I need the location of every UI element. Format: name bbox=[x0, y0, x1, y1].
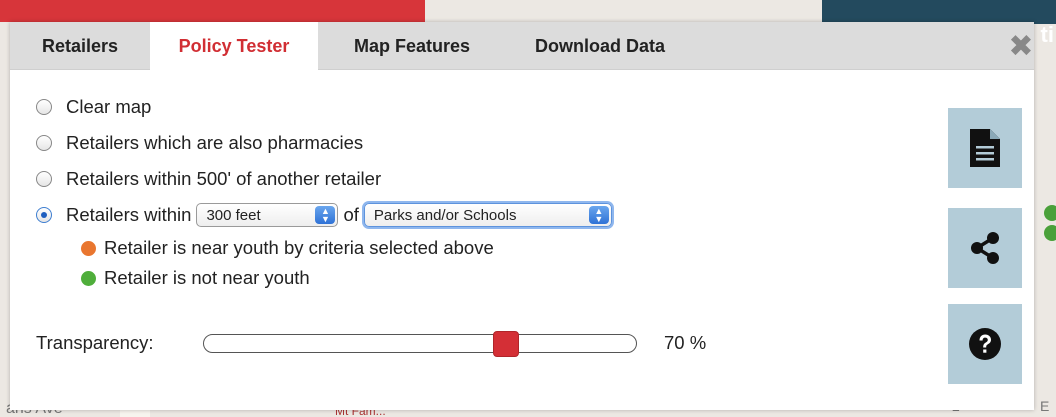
place-type-select[interactable]: Parks and/or Schools ▲ ▼ bbox=[363, 203, 612, 227]
close-icon[interactable]: ✖ bbox=[1008, 32, 1034, 62]
tab-download-data[interactable]: Download Data bbox=[506, 22, 694, 70]
option-pharmacies[interactable]: Retailers which are also pharmacies bbox=[36, 132, 363, 154]
help-icon bbox=[969, 328, 1001, 360]
map-street-label: E bbox=[1040, 398, 1050, 414]
document-button[interactable] bbox=[948, 108, 1022, 188]
option-label: Clear map bbox=[66, 96, 152, 117]
option-label: Retailers within bbox=[66, 204, 192, 225]
header-bar-dark: ti bbox=[822, 0, 1056, 47]
radio-button[interactable] bbox=[36, 171, 52, 187]
place-type-select-value: Parks and/or Schools bbox=[373, 206, 517, 224]
map-marker-green[interactable] bbox=[1044, 205, 1056, 221]
option-clear-map[interactable]: Clear map bbox=[36, 96, 151, 118]
header-corner-text: ti bbox=[1040, 22, 1054, 47]
option-label: Retailers within 500' of another retaile… bbox=[66, 168, 382, 189]
legend-label: Retailer is not near youth bbox=[104, 267, 310, 288]
tab-map-features[interactable]: Map Features bbox=[318, 22, 506, 70]
legend-not-near-youth: Retailer is not near youth bbox=[81, 267, 310, 289]
option-label-of: of bbox=[343, 204, 359, 225]
radio-button[interactable] bbox=[36, 99, 52, 115]
transparency-slider[interactable] bbox=[203, 331, 637, 357]
select-arrows-icon: ▲ ▼ bbox=[588, 206, 609, 224]
share-icon bbox=[971, 232, 999, 264]
policy-panel: Retailers Policy Tester Map Features Dow… bbox=[10, 22, 1034, 410]
option-near-retailer[interactable]: Retailers within 500' of another retaile… bbox=[36, 168, 381, 190]
slider-handle[interactable] bbox=[493, 331, 519, 357]
option-label: Retailers which are also pharmacies bbox=[66, 132, 364, 153]
legend-near-youth: Retailer is near youth by criteria selec… bbox=[81, 237, 494, 259]
transparency-label: Transparency: bbox=[36, 332, 154, 353]
green-dot-icon bbox=[81, 270, 96, 286]
radio-button[interactable] bbox=[36, 135, 52, 151]
share-button[interactable] bbox=[948, 208, 1022, 288]
help-button[interactable] bbox=[948, 304, 1022, 384]
tab-policy-tester[interactable]: Policy Tester bbox=[150, 22, 318, 71]
document-icon bbox=[970, 129, 1000, 167]
orange-dot-icon bbox=[81, 240, 96, 256]
option-near-youth[interactable]: Retailers within 300 feet ▲ ▼ of Parks an… bbox=[36, 203, 617, 227]
legend-label: Retailer is near youth by criteria selec… bbox=[104, 237, 494, 258]
tab-retailers[interactable]: Retailers bbox=[10, 22, 150, 70]
map-marker-green[interactable] bbox=[1044, 225, 1056, 241]
distance-select-value: 300 feet bbox=[206, 206, 261, 224]
header-bar-red bbox=[0, 0, 425, 22]
tab-bar: Retailers Policy Tester Map Features Dow… bbox=[10, 22, 1034, 71]
radio-button-selected[interactable] bbox=[36, 207, 52, 223]
select-arrows-icon: ▲ ▼ bbox=[315, 206, 336, 224]
distance-select[interactable]: 300 feet ▲ ▼ bbox=[196, 203, 339, 227]
transparency-value: 70 % bbox=[664, 332, 707, 353]
